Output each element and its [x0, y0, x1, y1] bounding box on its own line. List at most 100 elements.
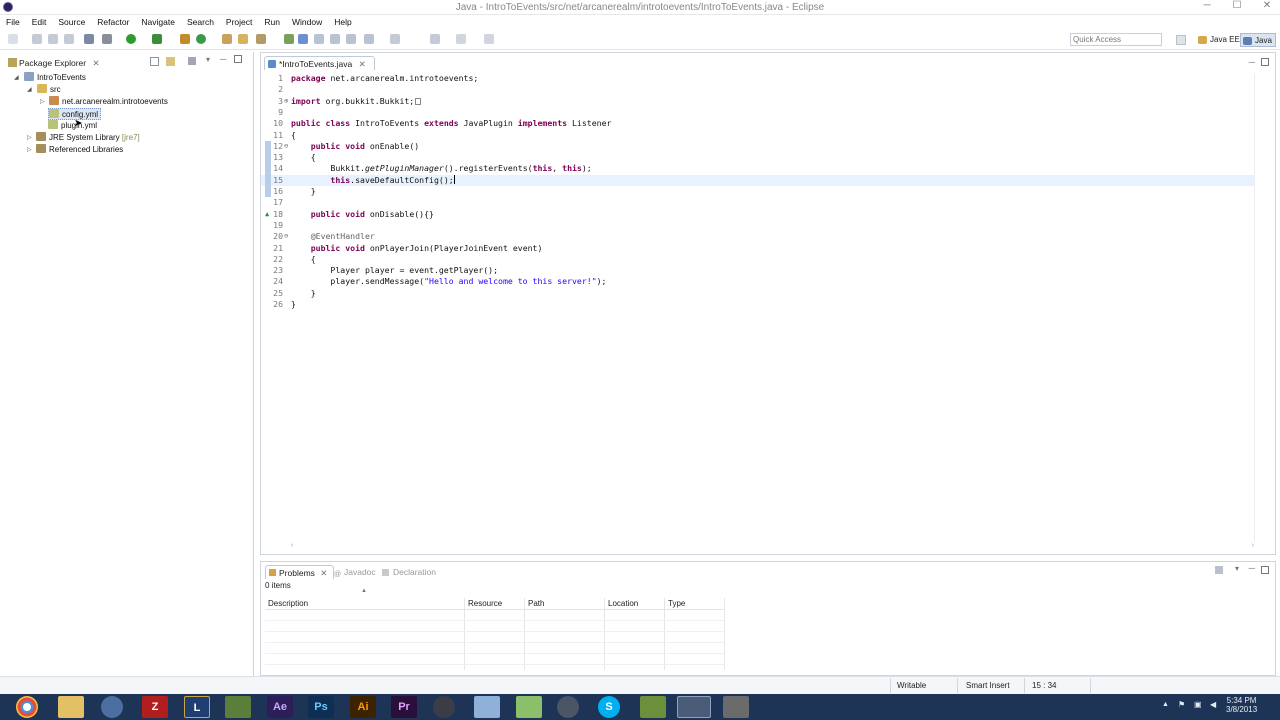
minimize-editor-icon[interactable]: ─ [1249, 57, 1255, 67]
notepad-plus-icon[interactable] [516, 696, 542, 718]
toggle-mark-occurrences-icon[interactable] [284, 34, 294, 44]
virtualbox-icon[interactable] [474, 696, 500, 718]
toggle-block-selection-icon[interactable] [298, 34, 308, 44]
illustrator-icon[interactable]: Ai [350, 696, 376, 718]
file-explorer-icon[interactable] [58, 696, 84, 718]
cinema4d-icon[interactable] [433, 696, 455, 718]
external-tools-icon[interactable] [152, 34, 162, 44]
app-icon[interactable] [723, 696, 749, 718]
debug-icon[interactable] [102, 34, 112, 44]
horizontal-scrollbar[interactable]: ‹ › [291, 542, 1254, 550]
open-type-icon[interactable] [222, 34, 232, 44]
perspective-java[interactable]: Java [1240, 33, 1276, 47]
menu-refactor[interactable]: Refactor [91, 15, 135, 29]
tree-item-jre[interactable]: JRE System Library [jre7] [36, 132, 140, 144]
skip-breakpoints-icon[interactable] [84, 34, 94, 44]
menu-window[interactable]: Window [286, 15, 328, 29]
speaker-icon[interactable]: ◀ [1210, 700, 1216, 709]
search-icon[interactable] [256, 34, 266, 44]
code-area[interactable]: 1 package net.arcanerealm.introtoevents; … [261, 73, 1275, 313]
open-task-icon[interactable] [238, 34, 248, 44]
previous-annotation-icon[interactable] [346, 34, 356, 44]
menu-edit[interactable]: Edit [26, 15, 53, 29]
system-clock[interactable]: 5:34 PM 3/8/2013 [1226, 696, 1257, 714]
close-view-icon[interactable]: ✕ [320, 568, 327, 578]
save-icon[interactable] [32, 34, 42, 44]
tree-collapsed-icon[interactable]: ▷ [40, 96, 45, 108]
tree-collapsed-icon[interactable]: ▷ [27, 144, 32, 156]
run-icon[interactable] [126, 34, 136, 44]
premiere-icon[interactable]: Pr [391, 696, 417, 718]
tab-javadoc[interactable]: @ Javadoc [333, 565, 376, 579]
tab-editor-file[interactable]: *IntroToEvents.java ✕ [264, 56, 375, 70]
tree-item-src[interactable]: src [37, 84, 61, 96]
tab-package-explorer[interactable]: Package Explorer ✕ [8, 56, 100, 70]
tree-expanded-icon[interactable]: ◢ [27, 84, 32, 96]
menu-file[interactable]: File [0, 15, 26, 29]
perspective-java-ee[interactable]: Java EE [1196, 33, 1240, 47]
chevron-down-icon[interactable]: ▾ [206, 55, 210, 64]
maximize-view-icon[interactable] [234, 55, 242, 63]
tab-problems[interactable]: Problems ✕ [265, 565, 335, 579]
last-edit-location-icon[interactable] [364, 34, 374, 44]
minimize-view-icon[interactable]: ─ [1249, 563, 1255, 573]
collapse-all-icon[interactable] [150, 57, 159, 66]
fold-collapse-icon[interactable]: ⊖ [284, 141, 288, 152]
minimize-button[interactable]: ─ [1200, 0, 1214, 12]
show-whitespace-icon[interactable] [314, 34, 324, 44]
menu-project[interactable]: Project [220, 15, 258, 29]
view-menu-icon[interactable] [188, 57, 196, 65]
fold-collapse-icon[interactable]: ⊖ [284, 231, 288, 242]
tree-expanded-icon[interactable]: ◢ [14, 72, 19, 84]
view-menu-icon[interactable] [1215, 566, 1223, 574]
tree-item-project[interactable]: IntroToEvents [24, 72, 86, 84]
eclipse-taskbar-icon[interactable] [677, 696, 711, 718]
flag-icon[interactable]: ⚑ [1178, 700, 1185, 709]
menu-navigate[interactable]: Navigate [135, 15, 181, 29]
menu-help[interactable]: Help [328, 15, 357, 29]
next-annotation-icon[interactable] [330, 34, 340, 44]
tab-declaration[interactable]: Declaration [381, 565, 436, 579]
league-icon[interactable]: L [184, 696, 210, 718]
menu-search[interactable]: Search [181, 15, 220, 29]
back-icon[interactable] [390, 34, 400, 44]
menu-run[interactable]: Run [258, 15, 286, 29]
scroll-right-icon[interactable]: › [1252, 542, 1254, 549]
scroll-left-icon[interactable]: ‹ [291, 542, 293, 549]
tree-item-plugin[interactable]: plugin.yml [48, 120, 97, 132]
forward-icon[interactable] [430, 34, 440, 44]
steam-icon[interactable] [101, 696, 123, 718]
open-console-icon[interactable] [484, 34, 494, 44]
media-icon[interactable] [557, 696, 579, 718]
folded-block-icon[interactable] [415, 97, 422, 105]
save-all-icon[interactable] [48, 34, 58, 44]
chevron-down-icon[interactable]: ▾ [1235, 564, 1239, 573]
maximize-editor-icon[interactable] [1261, 58, 1269, 66]
after-effects-icon[interactable]: Ae [267, 696, 293, 718]
skype-icon[interactable]: S [598, 696, 620, 718]
minecraft-server-icon[interactable] [640, 696, 666, 718]
close-tab-icon[interactable]: ✕ [359, 59, 366, 69]
tree-item-libs[interactable]: Referenced Libraries [36, 144, 123, 156]
minecraft-icon[interactable] [225, 696, 251, 718]
chrome-icon[interactable] [16, 696, 38, 718]
new-class-icon[interactable] [196, 34, 206, 44]
fold-expand-icon[interactable]: ⊕ [284, 96, 288, 107]
quick-access-input[interactable]: Quick Access [1070, 33, 1162, 46]
show-hidden-icons-icon[interactable]: ▲ [1162, 701, 1169, 708]
new-java-project-icon[interactable] [180, 34, 190, 44]
link-with-editor-icon[interactable] [166, 57, 175, 66]
maximize-button[interactable]: ☐ [1230, 0, 1244, 12]
minimize-view-icon[interactable]: ─ [220, 54, 226, 64]
close-view-icon[interactable]: ✕ [92, 58, 99, 68]
tree-collapsed-icon[interactable]: ▷ [27, 132, 32, 144]
photoshop-icon[interactable]: Ps [308, 696, 334, 718]
new-icon[interactable] [8, 34, 18, 44]
menu-source[interactable]: Source [52, 15, 91, 29]
tree-item-package[interactable]: net.arcanerealm.introtoevents [49, 96, 168, 108]
open-perspective-icon[interactable] [1176, 35, 1186, 45]
close-button[interactable]: ✕ [1260, 0, 1274, 12]
print-icon[interactable] [64, 34, 74, 44]
maximize-view-icon[interactable] [1261, 566, 1269, 574]
filezilla-icon[interactable]: Z [142, 696, 168, 718]
